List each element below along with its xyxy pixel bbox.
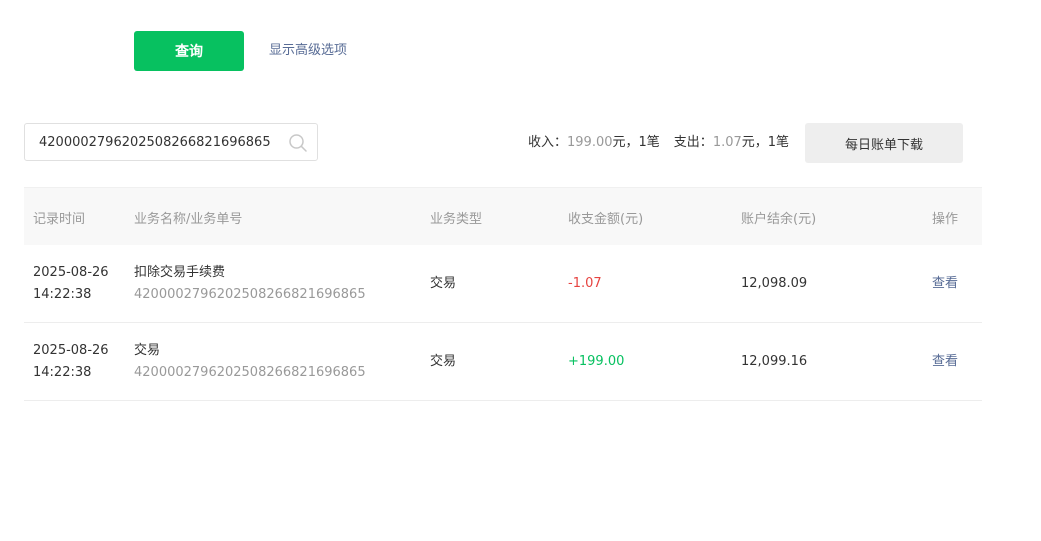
show-advanced-options-link[interactable]: 显示高级选项 xyxy=(269,41,347,61)
business-type: 交易 xyxy=(430,275,457,291)
record-clock: 14:22:38 xyxy=(33,286,92,302)
transaction-table: 记录时间 业务名称/业务单号 业务类型 收支金额(元) 账户结余(元) 操作 2… xyxy=(24,187,982,401)
business-name: 扣除交易手续费 xyxy=(134,264,226,280)
view-link[interactable]: 查看 xyxy=(932,323,958,400)
header-business-type: 业务类型 xyxy=(430,211,483,227)
expense-label: 支出： xyxy=(673,135,713,150)
search-box xyxy=(24,123,318,161)
header-balance: 账户结余(元) xyxy=(741,211,817,227)
income-label: 收入： xyxy=(528,135,568,150)
business-info: 交易 4200002796202508266821696865 xyxy=(134,323,366,400)
record-time: 2025-08-26 14:22:38 xyxy=(33,245,109,322)
record-time: 2025-08-26 14:22:38 xyxy=(33,323,109,400)
query-button[interactable]: 查询 xyxy=(134,31,244,71)
balance: 12,098.09 xyxy=(741,275,808,291)
income-expense-summary: 收入：199.00元，1笔 支出：1.07元，1笔 xyxy=(528,133,789,153)
income-amount: 199.00 xyxy=(567,135,613,150)
record-date: 2025-08-26 xyxy=(33,264,109,280)
business-order-no: 4200002796202508266821696865 xyxy=(134,364,366,380)
business-type: 交易 xyxy=(430,353,457,369)
header-action: 操作 xyxy=(932,211,959,227)
record-date: 2025-08-26 xyxy=(33,342,109,358)
record-clock: 14:22:38 xyxy=(33,364,92,380)
income-suffix: 元，1笔 xyxy=(612,135,660,150)
expense-suffix: 元，1笔 xyxy=(741,135,790,150)
amount: +199.00 xyxy=(568,353,625,369)
balance: 12,099.16 xyxy=(741,353,808,369)
business-name: 交易 xyxy=(134,342,161,358)
business-order-no: 4200002796202508266821696865 xyxy=(134,286,366,302)
expense-amount: 1.07 xyxy=(712,135,742,150)
header-business-name: 业务名称/业务单号 xyxy=(134,211,243,227)
business-info: 扣除交易手续费 4200002796202508266821696865 xyxy=(134,245,366,322)
table-row: 2025-08-26 14:22:38 扣除交易手续费 420000279620… xyxy=(24,245,982,323)
table-header: 记录时间 业务名称/业务单号 业务类型 收支金额(元) 账户结余(元) 操作 xyxy=(24,187,982,245)
amount: -1.07 xyxy=(568,275,602,291)
search-icon[interactable] xyxy=(288,133,308,153)
search-input[interactable] xyxy=(25,124,289,160)
table-row: 2025-08-26 14:22:38 交易 42000027962025082… xyxy=(24,323,982,401)
header-record-time: 记录时间 xyxy=(33,211,86,227)
daily-bill-download-button[interactable]: 每日账单下载 xyxy=(805,123,963,163)
view-link[interactable]: 查看 xyxy=(932,245,958,322)
header-amount: 收支金额(元) xyxy=(568,211,644,227)
